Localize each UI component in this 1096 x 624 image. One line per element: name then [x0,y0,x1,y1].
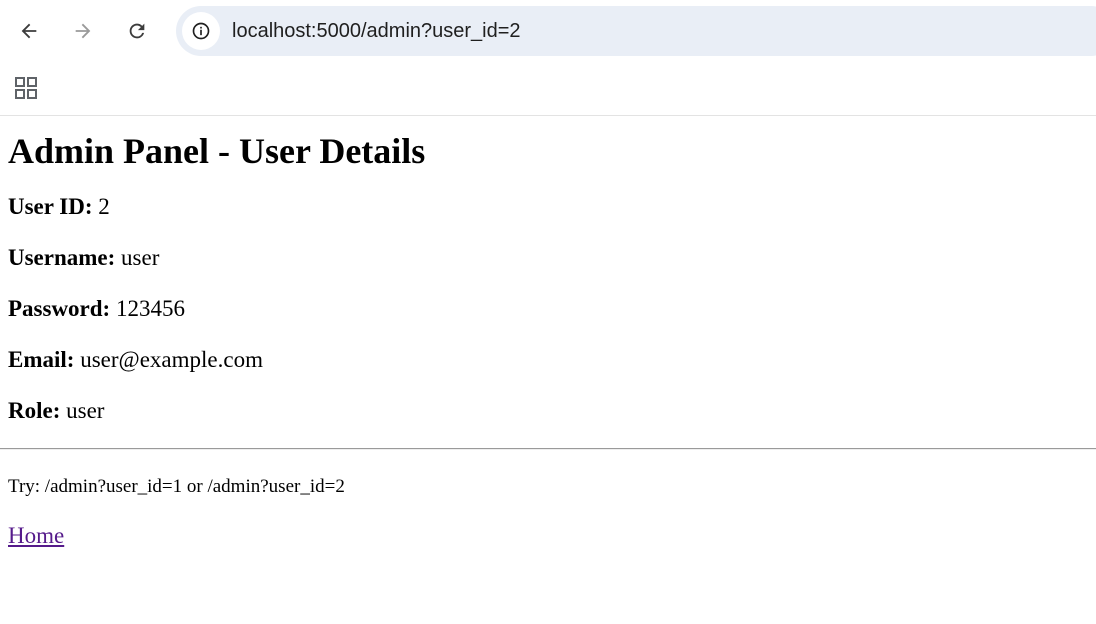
home-link[interactable]: Home [8,523,64,549]
user-id-value: 2 [98,194,110,219]
username-label: Username: [8,245,116,270]
apps-button[interactable] [10,72,42,104]
page-title: Admin Panel - User Details [8,131,426,171]
username-value: user [121,245,160,270]
user-id-label: User ID: [8,194,93,219]
info-icon [192,22,210,40]
page-footer: Try: /admin?user_id=1 or /admin?user_id=… [0,476,1096,549]
address-bar[interactable]: localhost:5000/admin?user_id=2 [176,6,1096,56]
password-label: Password: [8,296,111,321]
arrow-left-icon [21,23,37,39]
email-label: Email: [8,347,75,372]
reload-button[interactable] [118,12,156,50]
role-value: user [66,398,105,423]
user-id-field: User ID: 2 [8,194,1096,220]
apps-grid-icon [15,77,37,99]
divider [0,448,1096,450]
url-text[interactable]: localhost:5000/admin?user_id=2 [232,6,521,56]
role-field: Role: user [8,398,1096,424]
email-field: Email: user@example.com [8,347,1096,373]
role-label: Role: [8,398,61,423]
reload-icon [129,23,145,39]
hint-text: Try: /admin?user_id=1 or /admin?user_id=… [8,476,345,497]
password-field: Password: 123456 [8,296,1096,322]
bookmarks-bar [0,60,1096,116]
browser-toolbar: localhost:5000/admin?user_id=2 [0,0,1096,60]
site-info-button[interactable] [182,12,220,50]
forward-button[interactable] [64,12,102,50]
page-content: Admin Panel - User Details User ID: 2 Us… [0,130,1096,424]
email-value: user@example.com [80,347,263,372]
back-button[interactable] [10,12,48,50]
arrow-right-icon [75,23,91,39]
username-field: Username: user [8,245,1096,271]
password-value: 123456 [115,296,185,321]
